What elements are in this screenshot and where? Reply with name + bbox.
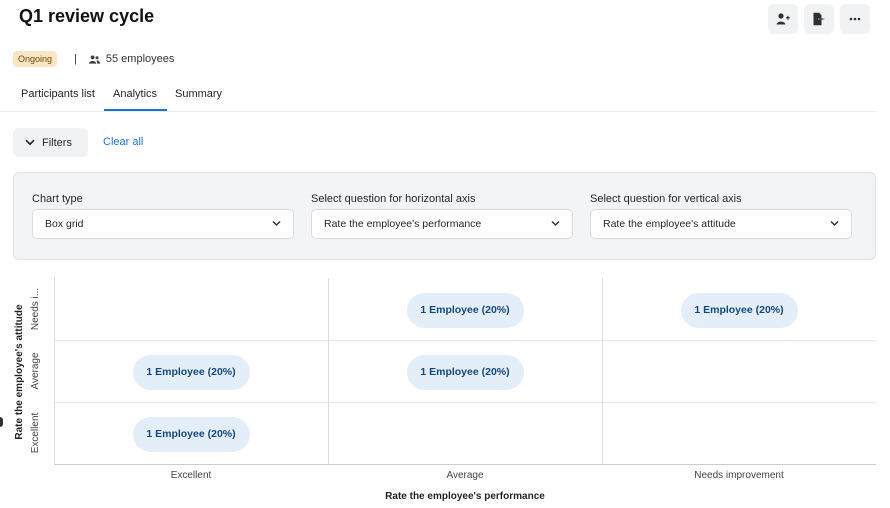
employee-count-pill[interactable]: 1 Employee (20%) [132,416,250,452]
active-tab-indicator [104,109,167,111]
box-grid: 1 Employee (20%) 1 Employee (20%) 1 Employ… [54,278,876,465]
employee-count-pill[interactable]: 1 Employee (20%) [406,354,524,390]
chevron-down-icon [25,139,35,146]
y-tick-label: Needs i... [30,287,41,331]
y-axis-title: Rate the employee's attitude [14,304,25,440]
edge-handle [0,417,3,427]
chart-type-value: Box grid [45,218,84,230]
horizontal-axis-value: Rate the employee's performance [324,218,482,230]
tab-summary[interactable]: Summary [175,88,222,100]
x-tick-label: Average [446,470,484,481]
grid-column-divider [328,278,329,465]
vertical-axis-value: Rate the employee's attitude [603,218,736,230]
meta-separator: | [74,53,77,65]
employee-count-pill[interactable]: 1 Employee (20%) [406,292,524,328]
employee-count: 55 employees [105,53,175,65]
grid-row-divider [54,340,876,341]
export-button[interactable] [804,4,834,34]
x-axis-line [54,464,876,465]
x-tick-label: Needs improvement [694,470,784,481]
x-axis-title: Rate the employee's performance [385,491,545,502]
horizontal-axis-select[interactable]: Rate the employee's performance [311,209,573,239]
grid-row-divider [54,402,876,403]
vertical-axis-select[interactable]: Rate the employee's attitude [590,209,852,239]
people-icon [88,55,100,64]
filters-label: Filters [42,136,72,149]
x-tick-label: Excellent [170,470,212,481]
page-title: Q1 review cycle [19,6,155,26]
add-user-icon [776,13,790,25]
employee-count-pill[interactable]: 1 Employee (20%) [132,354,250,390]
tab-bar: Participants list Analytics Summary [0,84,876,112]
chevron-down-icon [272,220,281,227]
horizontal-axis-label: Select question for horizontal axis [311,193,476,205]
more-icon [849,17,861,21]
grid-column-divider [602,278,603,465]
status-badge: Ongoing [13,51,58,67]
more-options-button[interactable] [840,4,870,34]
chart-type-label: Chart type [32,193,83,205]
tab-participants-list[interactable]: Participants list [21,88,95,100]
y-tick-label: Excellent [30,412,41,454]
employee-count-pill[interactable]: 1 Employee (20%) [680,292,798,328]
grid-column-divider [54,278,55,465]
y-tick-label: Average [30,352,41,390]
chevron-down-icon [830,220,839,227]
filters-button[interactable]: Filters [13,128,88,157]
vertical-axis-label: Select question for vertical axis [590,193,742,205]
tab-analytics[interactable]: Analytics [113,88,157,100]
chart-settings-panel: Chart type Box grid Select question for … [13,172,876,260]
chart-type-select[interactable]: Box grid [32,209,294,239]
add-user-button[interactable] [768,4,798,34]
chevron-down-icon [551,220,560,227]
cycle-meta: Ongoing | 55 employees [13,51,174,67]
clear-all-link[interactable]: Clear all [103,136,143,148]
export-icon [813,12,826,26]
